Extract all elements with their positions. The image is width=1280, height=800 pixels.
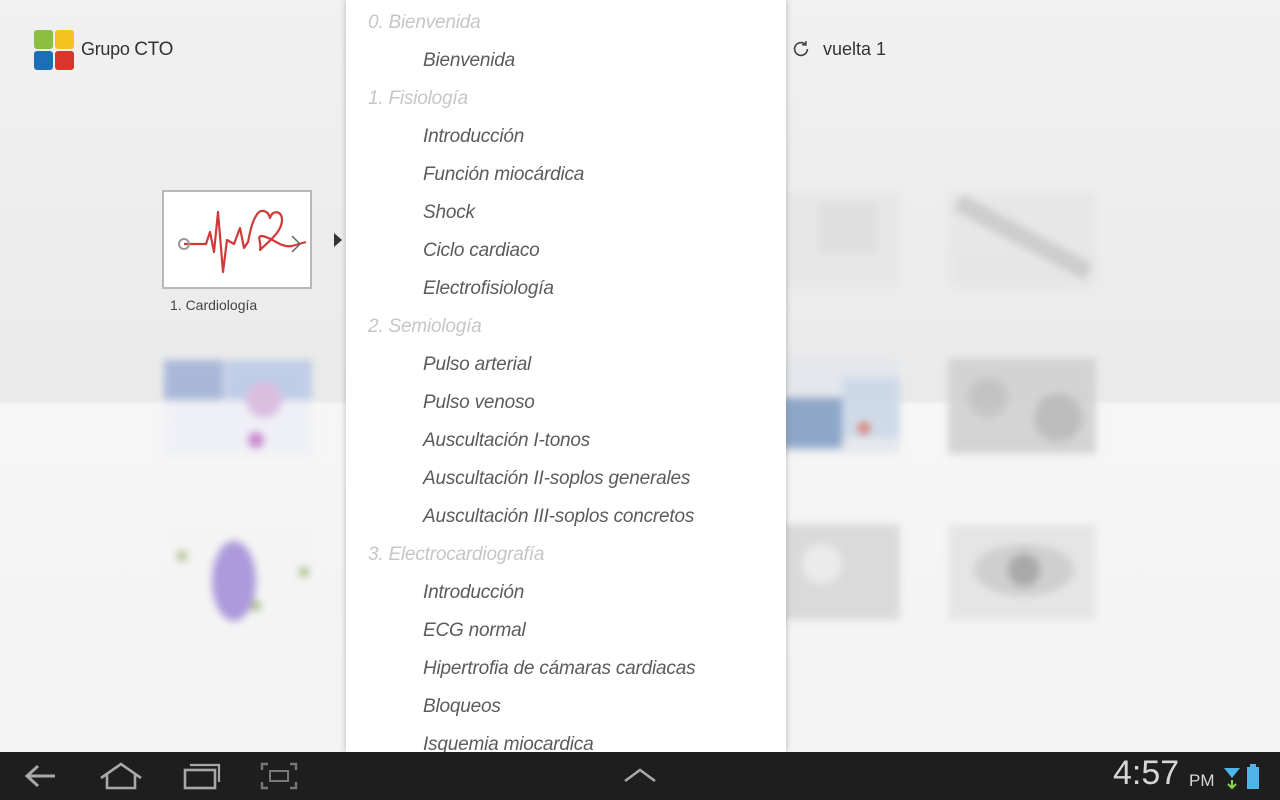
menu-topic-item[interactable]: Introducción: [423, 126, 524, 148]
tile-blurred[interactable]: [164, 526, 312, 622]
tile-image: [948, 524, 1096, 620]
clock-ampm: PM: [1189, 771, 1215, 790]
menu-topic-item[interactable]: Shock: [423, 202, 475, 224]
lap-selector[interactable]: vuelta 1: [790, 38, 886, 60]
battery-icon: [1247, 764, 1259, 789]
tile-cardiologia[interactable]: 1. Cardiología: [162, 190, 312, 313]
menu-topic-item[interactable]: ECG normal: [423, 620, 526, 642]
navigation-bar: [0, 752, 1280, 800]
menu-section-header: 1. Fisiología: [368, 88, 468, 109]
tile-image: [164, 526, 312, 622]
tile-blurred[interactable]: [948, 524, 1096, 620]
clock-time: 4:57: [1113, 754, 1180, 792]
grupo-cto-logo: Grupo CTO: [34, 30, 173, 70]
brand-name: CTO: [134, 39, 174, 60]
screenshot-icon[interactable]: [260, 762, 298, 790]
home-icon[interactable]: [98, 762, 144, 790]
tile-image: [948, 192, 1096, 288]
tile-blurred[interactable]: [164, 360, 312, 456]
tile-image: [782, 192, 900, 288]
menu-topic-item[interactable]: Introducción: [423, 582, 524, 604]
app-screen: Grupo CTO vuelta 1 1. Cardiología 0. Bie…: [0, 0, 1280, 752]
menu-topic-item[interactable]: Bienvenida: [423, 50, 515, 72]
tile-blurred[interactable]: [948, 192, 1096, 288]
menu-section-header: 3. Electrocardiografía: [368, 544, 545, 565]
tile-image: [164, 360, 312, 456]
menu-section-header: 0. Bienvenida: [368, 12, 481, 33]
signal-icon: [1224, 768, 1240, 790]
tile-image: [948, 358, 1096, 454]
tile-image: [782, 358, 900, 454]
expand-arrow-icon[interactable]: [334, 233, 342, 247]
ecg-heart-image: [178, 209, 307, 274]
refresh-icon: [793, 41, 809, 57]
tile-blurred[interactable]: [782, 358, 900, 454]
menu-topic-item[interactable]: Ciclo cardiaco: [423, 240, 540, 262]
logo-mark-icon: [34, 30, 75, 70]
tile-caption: 1. Cardiología: [170, 297, 258, 313]
menu-section-header: 2. Semiología: [368, 316, 482, 337]
recent-apps-icon[interactable]: [182, 762, 222, 790]
menu-topic-item[interactable]: Pulso venoso: [423, 392, 535, 414]
menu-topic-item[interactable]: Pulso arterial: [423, 354, 531, 376]
chevron-up-icon[interactable]: [622, 766, 658, 784]
menu-topic-item[interactable]: Bloqueos: [423, 696, 501, 718]
menu-topic-item[interactable]: Electrofisiología: [423, 278, 554, 300]
tile-image: [782, 524, 900, 620]
menu-topic-item[interactable]: Auscultación I-tonos: [423, 430, 590, 452]
brand-prefix: Grupo: [81, 39, 130, 59]
back-icon[interactable]: [22, 762, 58, 790]
tile-blurred[interactable]: [782, 524, 900, 620]
tile-blurred[interactable]: [948, 358, 1096, 454]
menu-topic-item[interactable]: Hipertrofia de cámaras cardiacas: [423, 658, 696, 680]
lap-label: vuelta 1: [823, 38, 887, 59]
menu-topic-item[interactable]: Isquemia miocardica: [423, 734, 594, 752]
logo-text: Grupo CTO: [81, 39, 173, 61]
tile-blurred[interactable]: [782, 192, 900, 288]
topic-dropdown-menu[interactable]: 0. Bienvenida Bienvenida 1. Fisiología Intr…: [346, 0, 786, 752]
menu-topic-item[interactable]: Función miocárdica: [423, 164, 584, 186]
menu-topic-item[interactable]: Auscultación III-soplos concretos: [423, 506, 694, 528]
menu-topic-item[interactable]: Auscultación II-soplos generales: [423, 468, 690, 490]
